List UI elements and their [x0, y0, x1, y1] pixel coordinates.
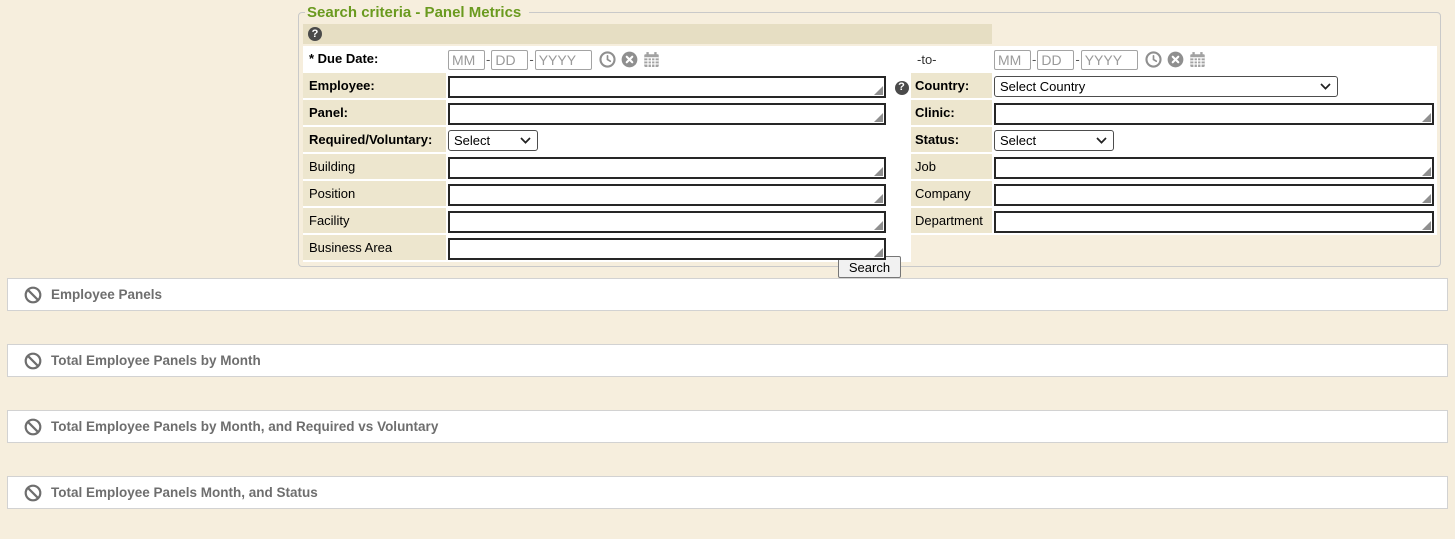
row-position-company: Position Company	[303, 181, 1437, 208]
row-facility-department: Facility Department	[303, 208, 1437, 235]
clinic-input[interactable]	[994, 103, 1434, 125]
country-label: Country:	[911, 73, 992, 100]
facility-label: Facility	[303, 208, 446, 235]
help-icon[interactable]: ?	[308, 27, 322, 41]
row-due-date: * Due Date: - - -to- -	[303, 46, 1437, 73]
status-select[interactable]: Select	[994, 130, 1114, 151]
section-title: Total Employee Panels by Month, and Requ…	[51, 419, 438, 434]
due-date-from-day-input[interactable]	[491, 50, 528, 70]
employee-label: Employee:	[303, 73, 446, 100]
panel-label: Panel:	[303, 100, 446, 127]
row-panel-clinic: Panel: Clinic:	[303, 100, 1437, 127]
department-input[interactable]	[994, 211, 1434, 233]
country-select[interactable]: Select Country	[994, 76, 1338, 97]
job-label: Job	[911, 154, 992, 181]
row-employee-country: Employee: ? Country: Select Country	[303, 73, 1437, 100]
status-label: Status:	[911, 127, 992, 154]
row-required-status: Required/Voluntary: Select Status: Selec…	[303, 127, 1437, 154]
business-area-input[interactable]	[448, 238, 886, 260]
clinic-label: Clinic:	[911, 100, 992, 127]
search-criteria-legend: Search criteria - Panel Metrics	[305, 4, 529, 21]
position-label: Position	[303, 181, 446, 208]
required-voluntary-select-value: Select	[454, 133, 490, 148]
clear-icon[interactable]	[1167, 51, 1184, 68]
help-icon[interactable]: ?	[895, 81, 909, 95]
building-input[interactable]	[448, 157, 886, 179]
calendar-icon[interactable]	[1189, 51, 1206, 68]
due-date-to-month-input[interactable]	[994, 50, 1031, 70]
position-input[interactable]	[448, 184, 886, 206]
company-input[interactable]	[994, 184, 1434, 206]
circle-slash-icon	[24, 286, 42, 304]
company-label: Company	[911, 181, 992, 208]
calendar-icon[interactable]	[643, 51, 660, 68]
clear-icon[interactable]	[621, 51, 638, 68]
circle-slash-icon	[24, 484, 42, 502]
due-date-label: * Due Date:	[303, 46, 446, 73]
due-date-from-month-input[interactable]	[448, 50, 485, 70]
facility-input[interactable]	[448, 211, 886, 233]
required-voluntary-select[interactable]: Select	[448, 130, 538, 151]
circle-slash-icon	[24, 418, 42, 436]
circle-slash-icon	[24, 352, 42, 370]
due-date-to-day-input[interactable]	[1037, 50, 1074, 70]
country-select-value: Select Country	[1000, 79, 1085, 94]
due-date-from-year-input[interactable]	[535, 50, 592, 70]
due-date-from-group: - -	[448, 46, 660, 73]
department-label: Department	[911, 208, 992, 235]
section-header-employee-panels[interactable]: Employee Panels	[7, 278, 1448, 311]
section-title: Employee Panels	[51, 287, 162, 302]
employee-input[interactable]	[448, 76, 886, 98]
due-date-to-label: -to-	[911, 46, 992, 73]
date-separator: -	[1075, 52, 1079, 67]
due-date-to-group: - -	[994, 46, 1206, 73]
chevron-down-icon	[1320, 83, 1331, 90]
section-header-total-panels-by-month-required-vs-voluntary[interactable]: Total Employee Panels by Month, and Requ…	[7, 410, 1448, 443]
chevron-down-icon	[520, 137, 531, 144]
search-criteria-panel: Search criteria - Panel Metrics ? * Due …	[298, 4, 1441, 267]
section-header-total-panels-month-and-status[interactable]: Total Employee Panels Month, and Status	[7, 476, 1448, 509]
search-criteria-grid: * Due Date: - - -to- -	[303, 46, 1437, 262]
help-bar: ?	[303, 24, 992, 44]
status-select-value: Select	[1000, 133, 1036, 148]
required-voluntary-label: Required/Voluntary:	[303, 127, 446, 154]
clock-icon[interactable]	[1145, 51, 1162, 68]
chevron-down-icon	[1096, 137, 1107, 144]
clock-icon[interactable]	[599, 51, 616, 68]
job-input[interactable]	[994, 157, 1434, 179]
date-separator: -	[486, 52, 490, 67]
due-date-to-year-input[interactable]	[1081, 50, 1138, 70]
panel-input[interactable]	[448, 103, 886, 125]
date-separator: -	[1032, 52, 1036, 67]
section-title: Total Employee Panels by Month	[51, 353, 261, 368]
building-label: Building	[303, 154, 446, 181]
date-separator: -	[529, 52, 533, 67]
row-building-job: Building Job	[303, 154, 1437, 181]
section-title: Total Employee Panels Month, and Status	[51, 485, 318, 500]
section-header-total-panels-by-month[interactable]: Total Employee Panels by Month	[7, 344, 1448, 377]
